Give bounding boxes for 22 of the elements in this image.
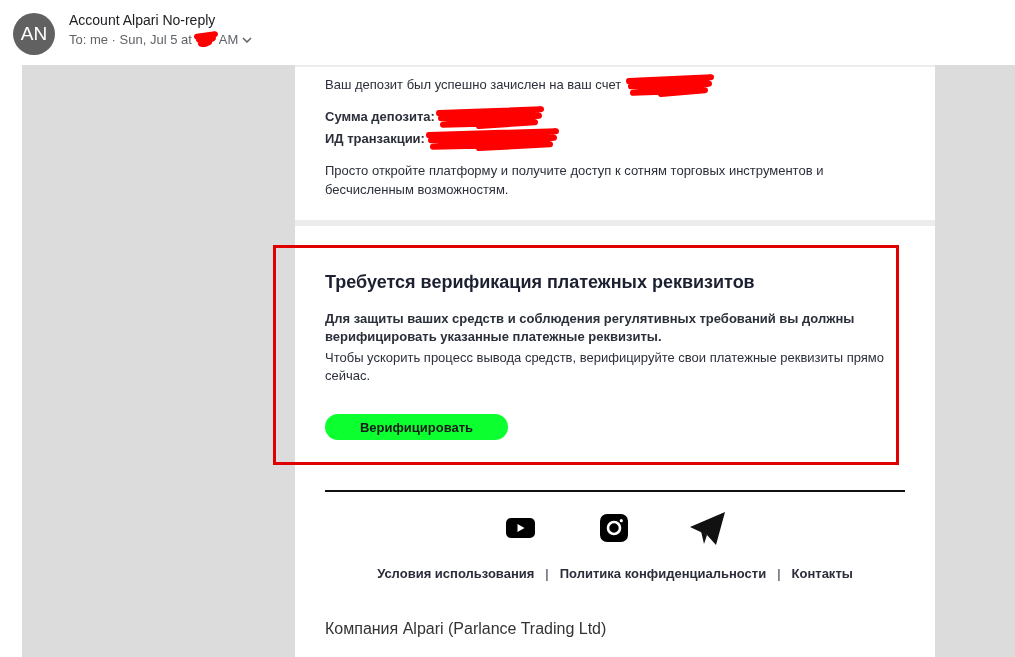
link-separator: | <box>545 565 549 583</box>
avatar: AN <box>13 13 55 55</box>
footer-link[interactable]: Контакты <box>791 565 853 583</box>
verification-warning: Для защиты ваших средств и соблюдения регулятивных требований вы должны верифицировать указанные платежные реквизиты. <box>325 310 856 346</box>
footer-link[interactable]: Условия использования <box>377 565 535 583</box>
verification-title: Требуется верификация платежных реквизитов <box>325 271 756 294</box>
field-label: Сумма депозита: <box>325 108 435 126</box>
deposit-message: Ваш депозит был успешно зачислен на ваш счет <box>325 76 622 94</box>
verification-text: Чтобы ускорить процесс вывода средств, верифицируйте свои платежные реквизиты прямо сейчас. <box>325 349 886 385</box>
deposit-note: Просто откройте платформу и получите доступ к сотням торговых инструментов и бесчисленным возможностям. <box>325 162 825 199</box>
verify-button[interactable]: Верифицировать <box>325 414 508 440</box>
paper-plane-icon[interactable] <box>689 511 725 545</box>
chevron-down-icon[interactable] <box>242 37 253 43</box>
recipient-date: To: me · Sun, Jul 5 at <box>69 31 192 49</box>
sender-name: Account Alpari No-reply <box>69 11 217 29</box>
play-icon[interactable] <box>505 518 535 538</box>
link-separator: | <box>777 565 781 583</box>
company-name: Компания Alpari (Parlance Trading Ltd) <box>325 619 608 639</box>
camera-icon[interactable] <box>599 514 628 542</box>
footer-link[interactable]: Политика конфиденциальности <box>559 565 767 583</box>
field-label: ИД транзакции: <box>325 130 425 148</box>
time-suffix: AM <box>218 31 239 49</box>
